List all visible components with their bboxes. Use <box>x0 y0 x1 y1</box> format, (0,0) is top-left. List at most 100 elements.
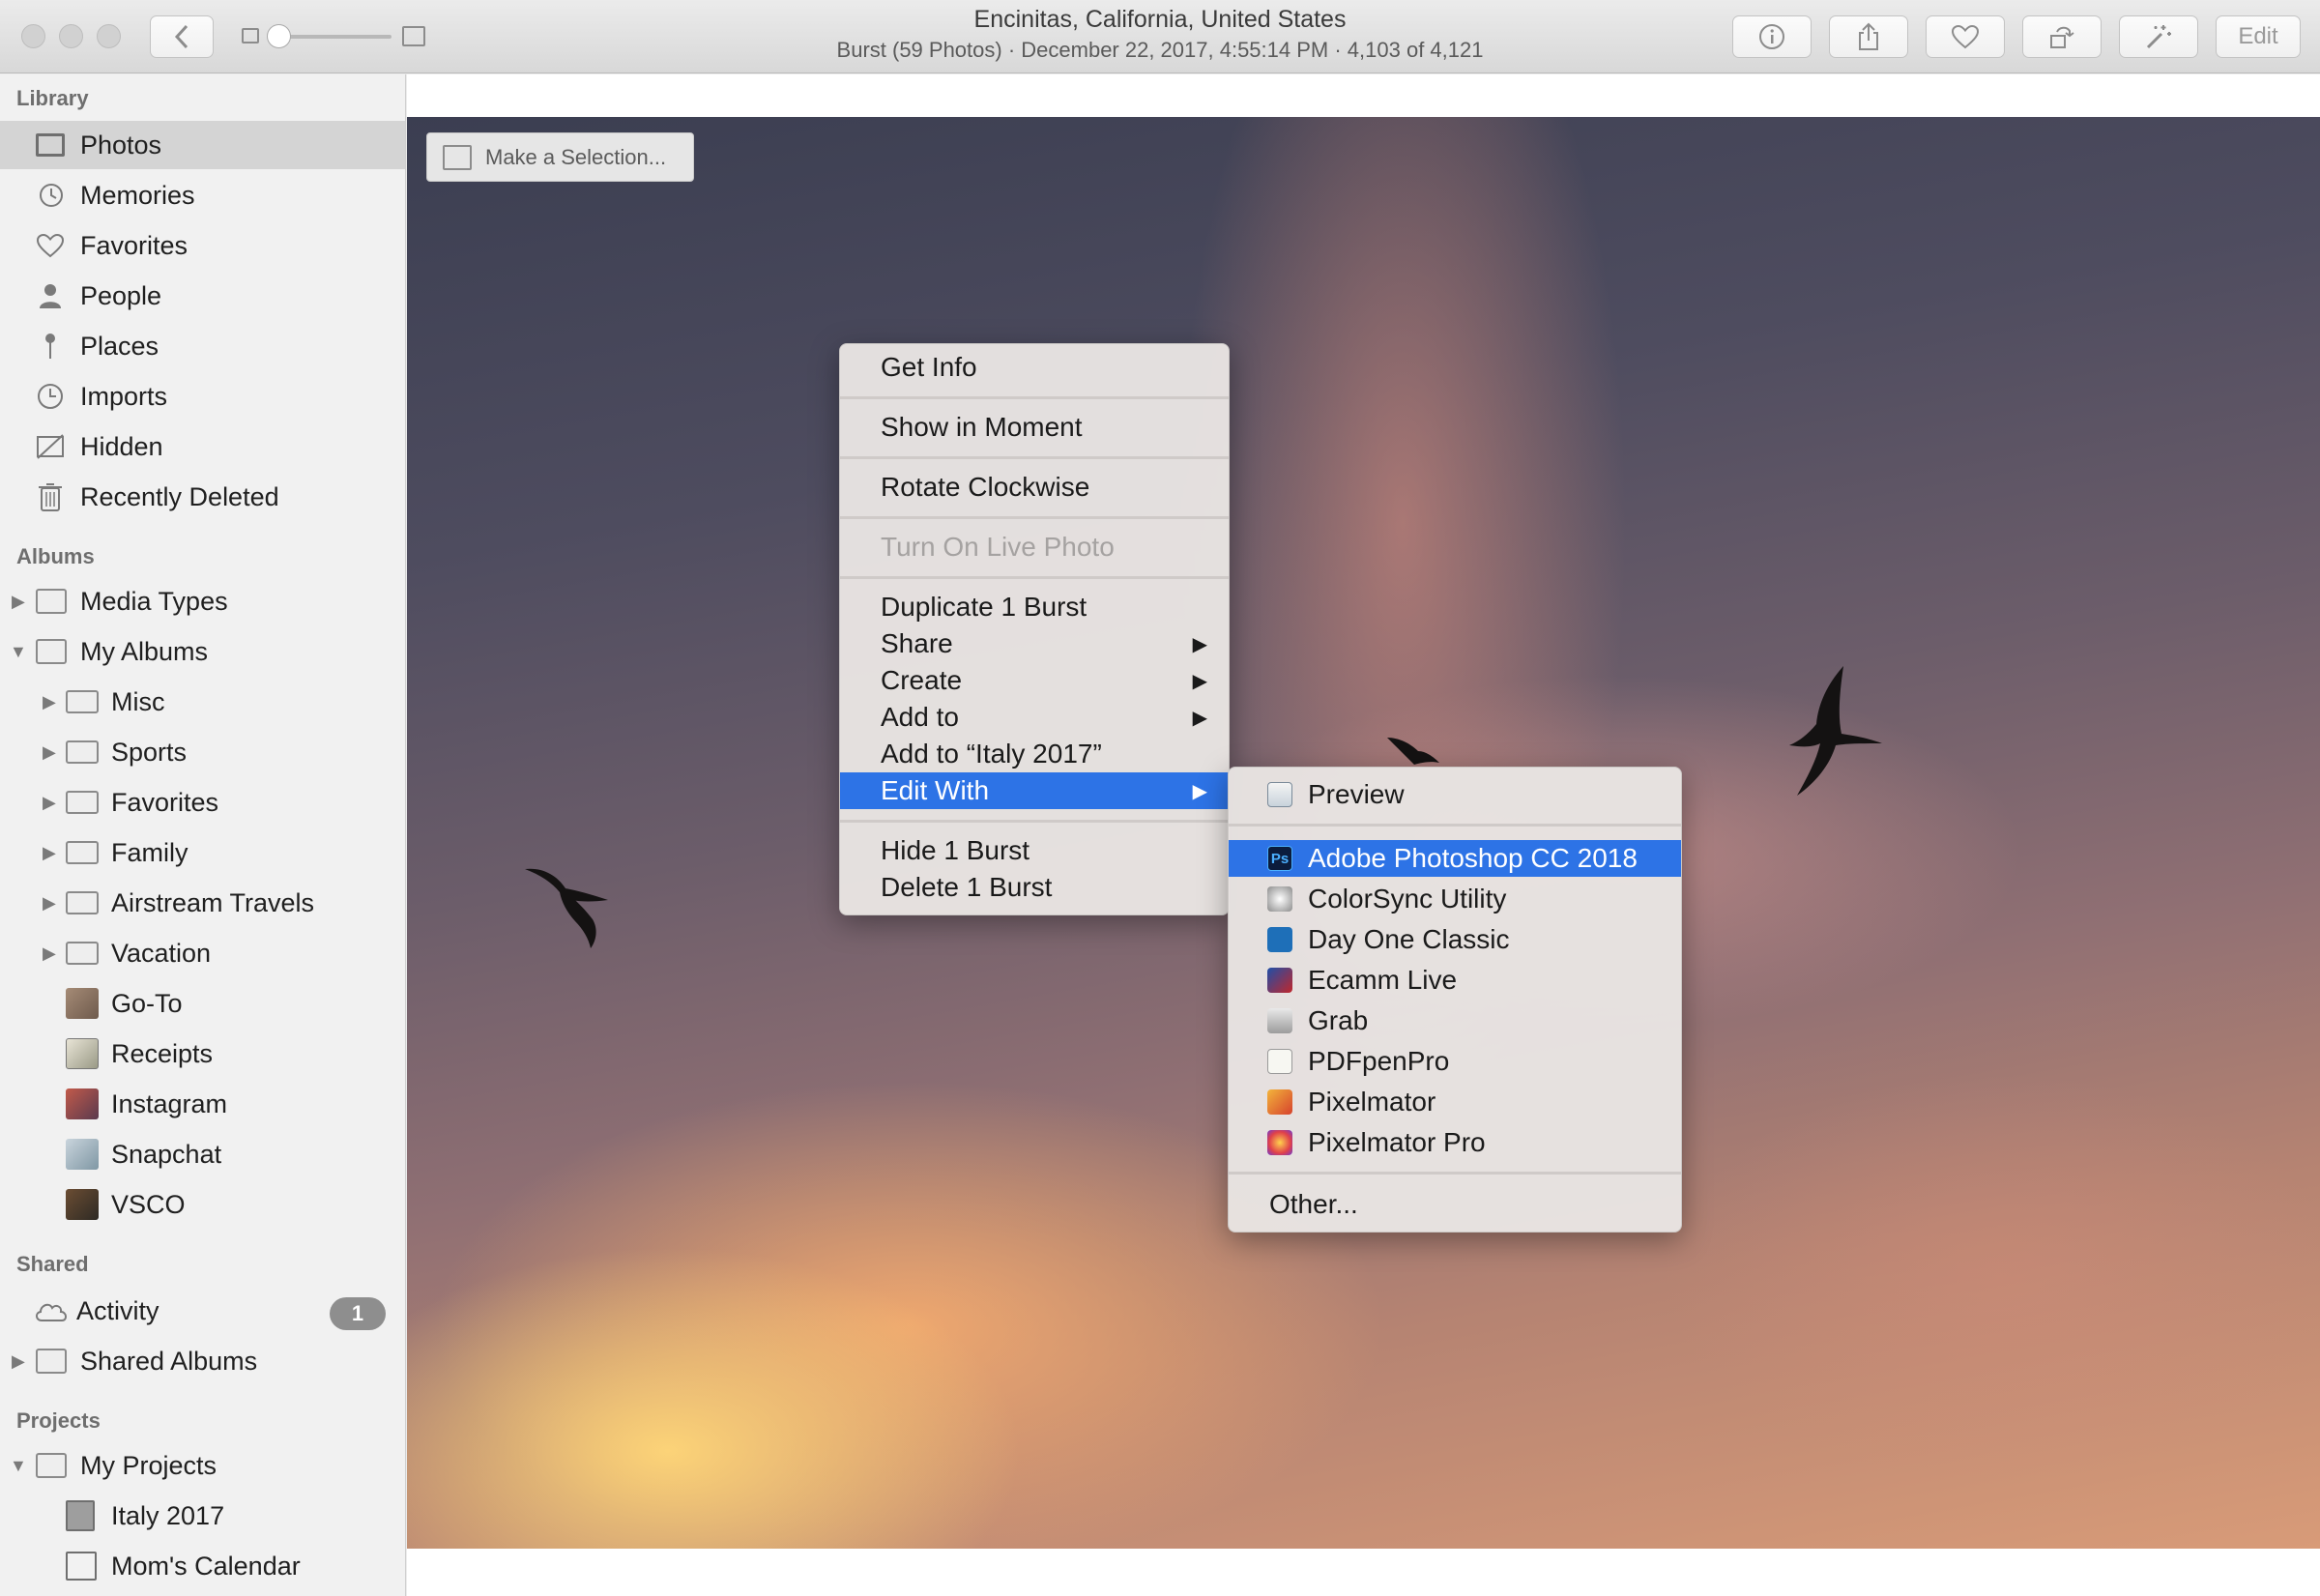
folder-icon <box>66 942 99 965</box>
menu-item-add-to-italy[interactable]: Add to “Italy 2017” <box>840 736 1229 772</box>
folder-icon <box>66 690 99 713</box>
burst-photo[interactable]: Make a Selection... Get Info Show in Mom… <box>407 117 2320 1549</box>
disclosure-down-icon[interactable]: ▼ <box>10 642 27 662</box>
sidebar-item-recently-deleted[interactable]: Recently Deleted <box>0 473 405 521</box>
sidebar-item-family[interactable]: ▶ Family <box>0 828 405 877</box>
submenu-item-other[interactable]: Other... <box>1229 1186 1681 1223</box>
folder-icon <box>66 740 99 764</box>
disclosure-down-icon[interactable]: ▼ <box>10 1456 27 1476</box>
disclosure-right-icon[interactable]: ▶ <box>43 843 56 863</box>
album-thumbnail <box>66 1038 99 1069</box>
colorsync-app-icon <box>1267 886 1292 912</box>
sidebar-item-label: Hidden <box>80 431 163 461</box>
edit-button[interactable]: Edit <box>2216 15 2301 58</box>
sidebar-item-media-types[interactable]: ▶ Media Types <box>0 577 405 625</box>
bird-silhouette <box>1789 666 1882 796</box>
rotate-button[interactable] <box>2022 15 2102 58</box>
menu-item-create[interactable]: Create ▶ <box>840 662 1229 699</box>
menu-item-duplicate-burst[interactable]: Duplicate 1 Burst <box>840 589 1229 625</box>
sidebar-item-receipts[interactable]: Receipts <box>0 1030 405 1078</box>
make-selection-button[interactable]: Make a Selection... <box>426 132 694 182</box>
sidebar-item-vacation[interactable]: ▶ Vacation <box>0 929 405 977</box>
sidebar-item-people[interactable]: People <box>0 272 405 320</box>
disclosure-right-icon[interactable]: ▶ <box>43 692 56 712</box>
disclosure-right-icon[interactable]: ▶ <box>43 793 56 813</box>
submenu-item-photoshop[interactable]: Ps Adobe Photoshop CC 2018 <box>1229 840 1681 877</box>
sidebar-item-shared-albums[interactable]: ▶ Shared Albums <box>0 1337 405 1385</box>
menu-item-delete-burst[interactable]: Delete 1 Burst <box>840 869 1229 906</box>
albums-header: Albums <box>16 544 95 568</box>
submenu-item-day-one[interactable]: Day One Classic <box>1229 921 1681 958</box>
enhance-button[interactable] <box>2119 15 2198 58</box>
photos-window: Encinitas, California, United States Bur… <box>0 0 2320 1596</box>
sidebar-item-label: Instagram <box>111 1088 228 1118</box>
submenu-arrow-icon: ▶ <box>1192 633 1207 655</box>
sidebar-item-label: Snapchat <box>111 1139 222 1169</box>
menu-item-share[interactable]: Share ▶ <box>840 625 1229 662</box>
sidebar-item-my-projects[interactable]: ▼ My Projects <box>0 1441 405 1490</box>
menu-separator <box>1229 824 1681 827</box>
menu-item-get-info[interactable]: Get Info <box>840 349 1229 386</box>
ecamm-app-icon <box>1267 968 1292 993</box>
menu-item-edit-with[interactable]: Edit With ▶ <box>840 772 1229 809</box>
disclosure-right-icon[interactable]: ▶ <box>43 742 56 763</box>
submenu-item-pdfpenpro[interactable]: PDFpenPro <box>1229 1043 1681 1080</box>
pin-icon <box>35 333 66 360</box>
submenu-item-colorsync[interactable]: ColorSync Utility <box>1229 881 1681 917</box>
menu-item-hide-burst[interactable]: Hide 1 Burst <box>840 832 1229 869</box>
sidebar-item-photos[interactable]: Photos <box>0 121 405 169</box>
sidebar-item-favorites-folder[interactable]: ▶ Favorites <box>0 778 405 827</box>
sidebar-item-moms-calendar[interactable]: Mom's Calendar <box>0 1542 405 1590</box>
rotate-icon <box>2050 26 2074 48</box>
sidebar-item-label: Shared Albums <box>80 1346 258 1376</box>
sidebar-item-vsco[interactable]: VSCO <box>0 1180 405 1229</box>
submenu-item-pixelmator-pro[interactable]: Pixelmator Pro <box>1229 1124 1681 1161</box>
menu-item-rotate-clockwise[interactable]: Rotate Clockwise <box>840 469 1229 506</box>
disclosure-right-icon[interactable]: ▶ <box>43 893 56 914</box>
sidebar-item-label: My Projects <box>80 1450 218 1480</box>
sidebar-item-places[interactable]: Places <box>0 322 405 370</box>
favorite-button[interactable] <box>1926 15 2005 58</box>
edit-with-submenu: Preview Ps Adobe Photoshop CC 2018 Color… <box>1228 767 1682 1233</box>
submenu-item-preview[interactable]: Preview <box>1229 776 1681 813</box>
sidebar-item-label: Favorites <box>80 230 188 260</box>
menu-separator <box>840 820 1229 823</box>
sidebar-item-misc[interactable]: ▶ Misc <box>0 678 405 726</box>
menu-item-add-to[interactable]: Add to ▶ <box>840 699 1229 736</box>
sidebar-item-memories[interactable]: Memories <box>0 171 405 219</box>
info-button[interactable] <box>1732 15 1812 58</box>
disclosure-right-icon[interactable]: ▶ <box>43 943 56 964</box>
person-icon <box>35 282 66 309</box>
disclosure-right-icon[interactable]: ▶ <box>12 1351 25 1372</box>
sidebar-item-label: Mom's Calendar <box>111 1551 301 1581</box>
submenu-item-pixelmator[interactable]: Pixelmator <box>1229 1084 1681 1120</box>
disclosure-right-icon[interactable]: ▶ <box>12 592 25 612</box>
selection-stack-icon <box>443 144 472 170</box>
submenu-item-grab[interactable]: Grab <box>1229 1002 1681 1039</box>
bird-silhouette <box>525 868 608 948</box>
menu-item-show-in-moment[interactable]: Show in Moment <box>840 409 1229 446</box>
hidden-icon <box>35 433 66 460</box>
sidebar-item-my-albums[interactable]: ▼ My Albums <box>0 627 405 676</box>
submenu-item-ecamm-live[interactable]: Ecamm Live <box>1229 962 1681 999</box>
sidebar-item-label: Misc <box>111 686 165 716</box>
share-button[interactable] <box>1829 15 1908 58</box>
sidebar-item-italy-2017[interactable]: Italy 2017 <box>0 1492 405 1540</box>
menu-separator <box>840 456 1229 459</box>
day-one-app-icon <box>1267 927 1292 952</box>
sidebar-item-imports[interactable]: Imports <box>0 372 405 421</box>
sidebar-item-airstream-travels[interactable]: ▶ Airstream Travels <box>0 879 405 927</box>
sidebar-item-activity[interactable]: Activity 1 <box>0 1287 405 1335</box>
album-thumbnail <box>66 1139 99 1170</box>
projects-header: Projects <box>16 1408 101 1433</box>
album-stack-icon <box>36 589 67 614</box>
sidebar-item-snapchat[interactable]: Snapchat <box>0 1130 405 1178</box>
sidebar-item-instagram[interactable]: Instagram <box>0 1080 405 1128</box>
sidebar-item-label: Activity <box>76 1295 160 1325</box>
sidebar-item-sports[interactable]: ▶ Sports <box>0 728 405 776</box>
sidebar-item-hidden[interactable]: Hidden <box>0 422 405 471</box>
sidebar-item-go-to[interactable]: Go-To <box>0 979 405 1028</box>
photos-icon <box>35 131 66 159</box>
sidebar-item-label: Vacation <box>111 938 212 968</box>
sidebar-item-favorites[interactable]: Favorites <box>0 221 405 270</box>
